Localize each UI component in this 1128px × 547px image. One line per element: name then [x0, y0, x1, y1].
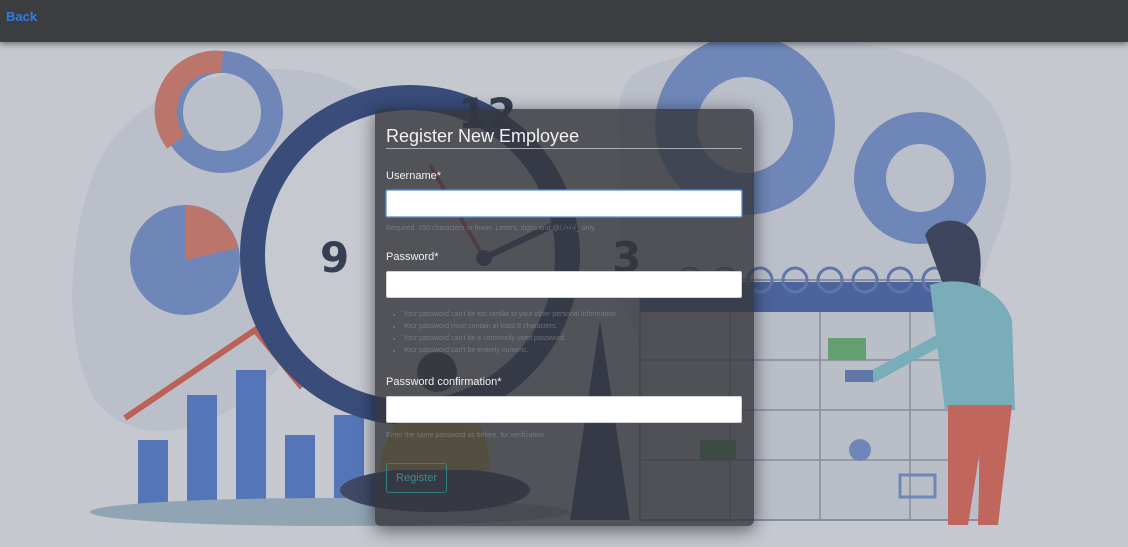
password-confirmation-help-text: Enter the same password as before, for v… [386, 432, 546, 439]
password-help-item: Your password can't be entirely numeric. [403, 345, 733, 357]
back-link[interactable]: Back [6, 9, 37, 24]
password-input[interactable] [386, 271, 742, 298]
password-confirmation-label: Password confirmation* [386, 376, 502, 388]
title-divider [386, 148, 742, 149]
form-title: Register New Employee [386, 126, 580, 146]
password-help-item: Your password can't be too similar to yo… [403, 309, 733, 321]
top-navigation-bar: Back [0, 0, 1128, 42]
password-help-item: Your password must contain at least 8 ch… [403, 321, 733, 333]
password-label: Password* [386, 251, 439, 263]
register-employee-form: Register New Employee Username* Required… [375, 109, 754, 526]
register-button[interactable]: Register [386, 463, 447, 493]
username-label: Username* [386, 170, 442, 182]
username-input[interactable] [386, 190, 742, 217]
password-help-list: Your password can't be too similar to yo… [403, 309, 733, 357]
username-help-text: Required. 150 characters or fewer. Lette… [386, 225, 596, 232]
password-confirmation-input[interactable] [386, 396, 742, 423]
password-help-item: Your password can't be a commonly used p… [403, 333, 733, 345]
